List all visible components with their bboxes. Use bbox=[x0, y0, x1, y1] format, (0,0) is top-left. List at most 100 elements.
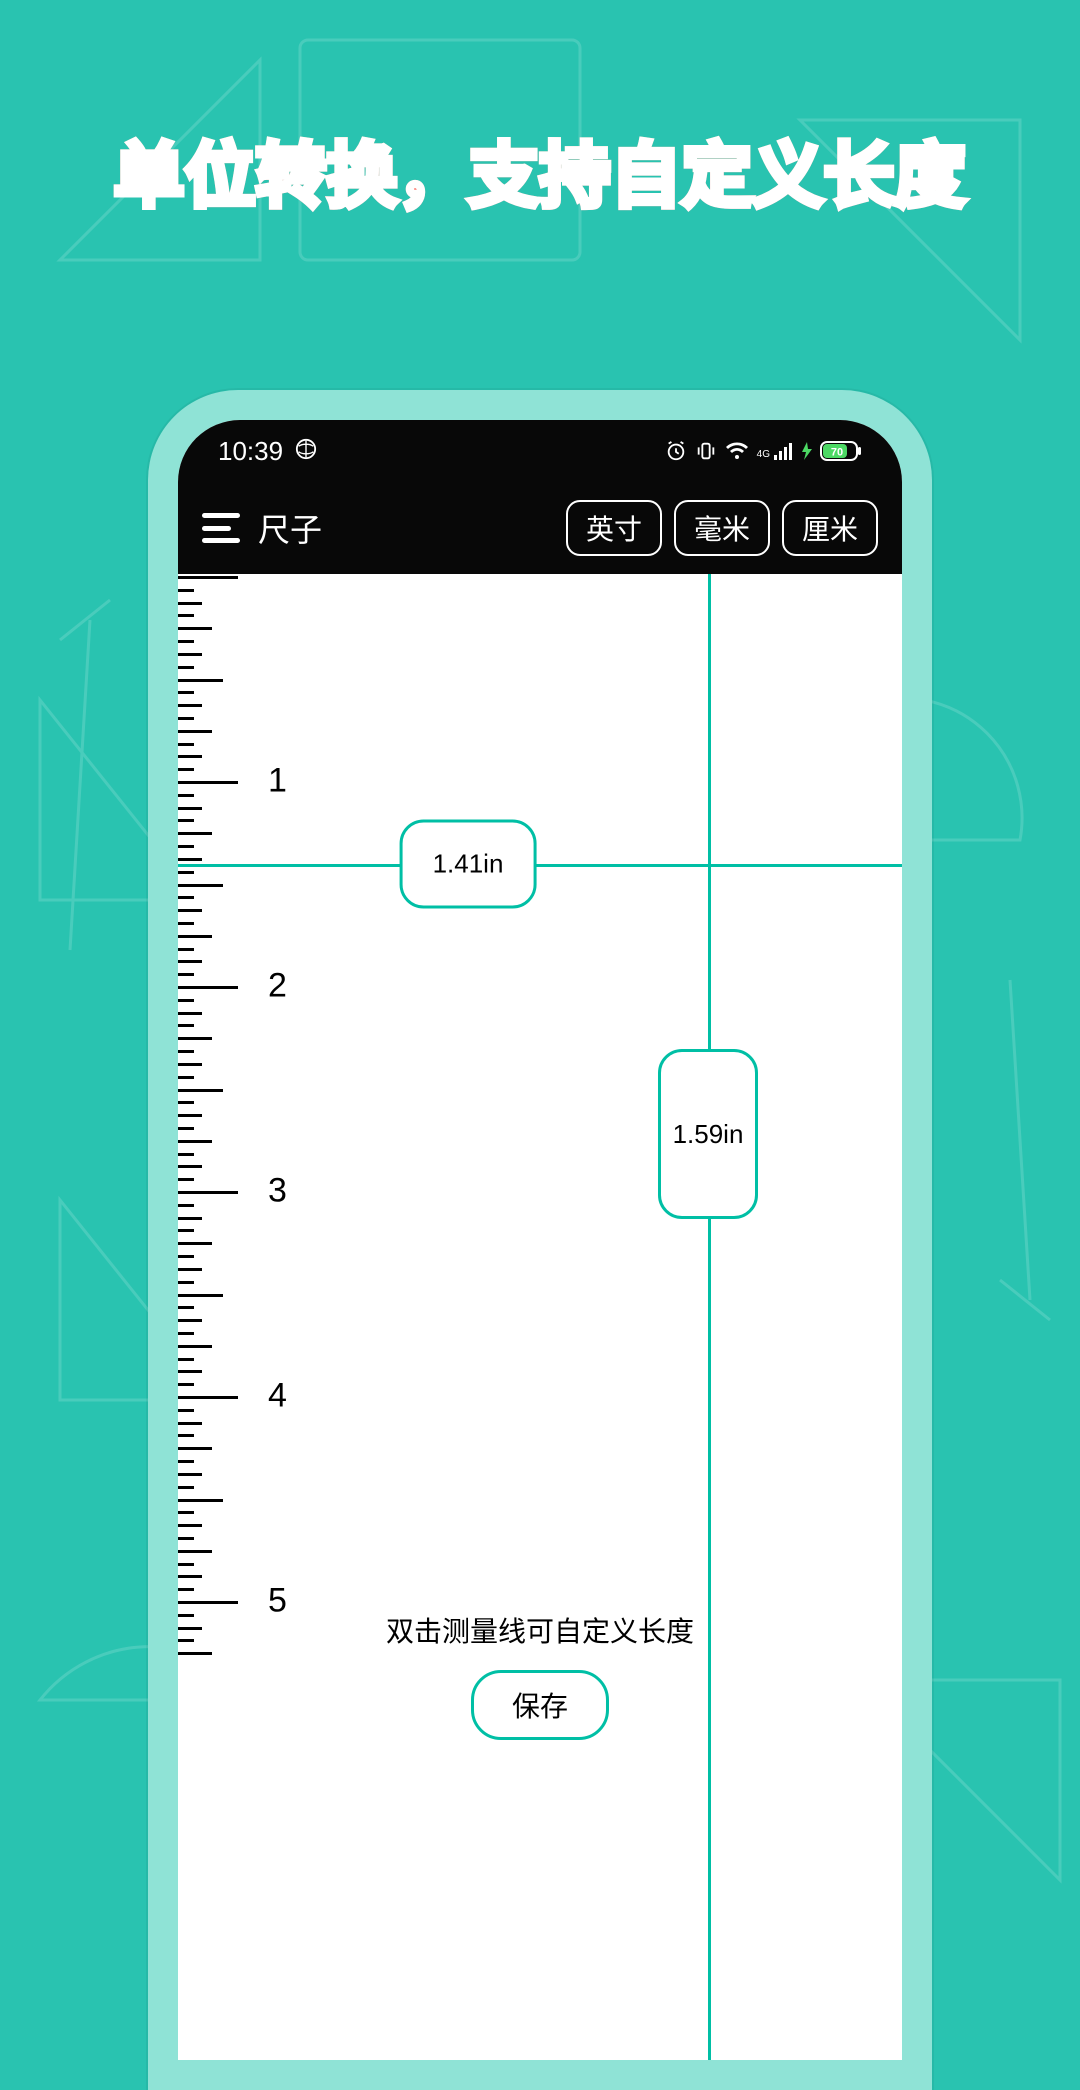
ruler-tick bbox=[178, 1460, 194, 1463]
ruler-tick bbox=[178, 1332, 194, 1335]
ruler-tick bbox=[178, 1089, 223, 1092]
ruler-ticks: 1 2 3 4 5 bbox=[178, 574, 318, 2060]
ruler-tick bbox=[178, 1588, 194, 1591]
ruler-tick bbox=[178, 768, 194, 771]
ruler-tick bbox=[178, 1537, 194, 1540]
menu-icon[interactable] bbox=[202, 513, 240, 543]
ruler-tick bbox=[178, 1511, 194, 1514]
ruler-tick bbox=[178, 909, 202, 912]
status-time: 10:39 bbox=[218, 436, 283, 467]
ruler-tick bbox=[178, 1627, 202, 1630]
ruler-tick bbox=[178, 1178, 194, 1181]
ruler-tick bbox=[178, 1473, 202, 1476]
ruler-tick bbox=[178, 1114, 202, 1117]
ruler-label: 1 bbox=[268, 762, 287, 801]
ruler-tick bbox=[178, 1358, 194, 1361]
ruler-tick bbox=[178, 1229, 194, 1232]
save-button[interactable]: 保存 bbox=[471, 1670, 609, 1740]
horizontal-measure-value[interactable]: 1.41in bbox=[400, 820, 537, 909]
ruler-tick bbox=[178, 755, 202, 758]
battery-icon: 70 bbox=[820, 441, 862, 461]
ruler-tick bbox=[178, 1037, 212, 1040]
horizontal-measure-line[interactable] bbox=[178, 864, 902, 867]
ruler-tick bbox=[178, 1076, 194, 1079]
ruler-tick bbox=[178, 1345, 212, 1348]
ruler-tick bbox=[178, 1652, 212, 1655]
phone-frame: 10:39 4G bbox=[148, 390, 932, 2090]
ruler-tick bbox=[178, 1550, 212, 1553]
ruler-label: 2 bbox=[268, 967, 287, 1006]
ruler-tick bbox=[178, 986, 238, 989]
vertical-measure-text: 1.59in bbox=[673, 1119, 744, 1150]
ruler-tick bbox=[178, 819, 194, 822]
ruler-tick bbox=[178, 1383, 194, 1386]
ruler-tick bbox=[178, 858, 202, 861]
ruler-tick bbox=[178, 1434, 194, 1437]
wifi-icon bbox=[725, 441, 749, 461]
ruler-canvas[interactable]: 12345 1.41in 1.59in 双击测量线可自定义长度 保存 bbox=[178, 574, 902, 2060]
ruler-label: 4 bbox=[268, 1377, 287, 1416]
ruler-tick bbox=[178, 717, 194, 720]
ruler-tick bbox=[178, 1242, 212, 1245]
ruler-tick bbox=[178, 884, 223, 887]
ruler-tick bbox=[178, 653, 202, 656]
ruler-tick bbox=[178, 1563, 194, 1566]
ruler-tick bbox=[178, 627, 212, 630]
charging-icon bbox=[802, 442, 812, 460]
ruler-label: 5 bbox=[268, 1582, 287, 1621]
ruler-tick bbox=[178, 1204, 194, 1207]
alarm-icon bbox=[665, 440, 687, 462]
ruler-tick bbox=[178, 1140, 212, 1143]
ruler-tick bbox=[178, 1601, 238, 1604]
ruler-tick bbox=[178, 896, 194, 899]
ruler-tick bbox=[178, 781, 238, 784]
ruler-tick bbox=[178, 1024, 194, 1027]
ruler-tick bbox=[178, 1319, 202, 1322]
ruler-label: 3 bbox=[268, 1172, 287, 1211]
ruler-tick bbox=[178, 1281, 194, 1284]
ruler-tick bbox=[178, 1268, 202, 1271]
ruler-tick bbox=[178, 1447, 212, 1450]
ruler-tick bbox=[178, 1306, 194, 1309]
ruler-tick bbox=[178, 576, 238, 579]
ruler-tick bbox=[178, 845, 194, 848]
vertical-measure-value[interactable]: 1.59in bbox=[658, 1049, 758, 1219]
unit-cm-button[interactable]: 厘米 bbox=[782, 500, 878, 556]
ruler-tick bbox=[178, 704, 202, 707]
ruler-tick bbox=[178, 1486, 194, 1489]
ruler-tick bbox=[178, 1217, 202, 1220]
unit-inch-button[interactable]: 英寸 bbox=[566, 500, 662, 556]
ruler-tick bbox=[178, 935, 212, 938]
ruler-tick bbox=[178, 1575, 202, 1578]
ruler-tick bbox=[178, 1639, 194, 1642]
ruler-tick bbox=[178, 1191, 238, 1194]
ruler-tick bbox=[178, 807, 202, 810]
vibrate-icon bbox=[695, 440, 717, 462]
ruler-tick bbox=[178, 730, 212, 733]
ruler-tick bbox=[178, 1524, 202, 1527]
unit-selector: 英寸 毫米 厘米 bbox=[566, 500, 878, 556]
signal-icon: 4G bbox=[757, 442, 794, 460]
ruler-tick bbox=[178, 614, 194, 617]
svg-text:70: 70 bbox=[831, 447, 843, 459]
phone-screen: 10:39 4G bbox=[178, 420, 902, 2060]
ruler-tick bbox=[178, 1294, 223, 1297]
ruler-tick bbox=[178, 960, 202, 963]
page-headline: 单位转换，支持自定义长度 bbox=[0, 120, 1080, 221]
ruler-tick bbox=[178, 832, 212, 835]
ruler-tick bbox=[178, 922, 194, 925]
vertical-measure-line[interactable] bbox=[708, 574, 711, 2060]
ruler-tick bbox=[178, 691, 194, 694]
ruler-tick bbox=[178, 973, 194, 976]
ruler-tick bbox=[178, 999, 194, 1002]
unit-mm-button[interactable]: 毫米 bbox=[674, 500, 770, 556]
ruler-tick bbox=[178, 1255, 194, 1258]
ruler-tick bbox=[178, 1101, 194, 1104]
ruler-tick bbox=[178, 602, 202, 605]
ruler-tick bbox=[178, 1409, 194, 1412]
ruler-tick bbox=[178, 589, 194, 592]
ruler-tick bbox=[178, 1165, 202, 1168]
ruler-tick bbox=[178, 1153, 194, 1156]
ruler-tick bbox=[178, 794, 194, 797]
ruler-tick bbox=[178, 1012, 202, 1015]
